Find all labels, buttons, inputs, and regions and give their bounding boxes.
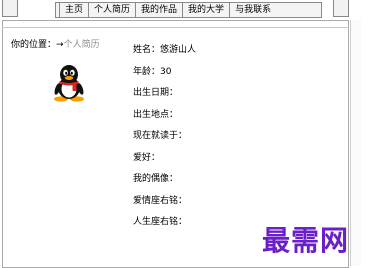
field-love-motto: 爱情座右铭： <box>133 195 196 217</box>
field-life-motto: 人生座右铭： <box>133 216 196 238</box>
profile-info: 姓名：悠游山人 年龄：30 出生日期： 出生地点： 现在就读于： 爱好： 我的偶… <box>133 44 196 238</box>
site-watermark: 最需网 <box>262 224 350 257</box>
field-label: 姓名： <box>133 45 161 55</box>
field-label: 年龄： <box>133 66 161 77</box>
field-label: 爱情座右铭： <box>133 195 188 206</box>
field-birth-place: 出生地点： <box>133 109 196 131</box>
field-label: 出生日期： <box>133 88 179 98</box>
field-current-school: 现在就读于： <box>133 130 196 152</box>
field-idol: 我的偶像： <box>133 173 196 195</box>
field-birth-date: 出生日期： <box>133 87 196 109</box>
right-corner-box <box>333 0 349 17</box>
frame-divider <box>2 27 349 28</box>
nav-item-home[interactable]: 主页 <box>60 3 90 17</box>
nav-item-resume[interactable]: 个人简历 <box>89 3 137 17</box>
page: 主页 个人简历 我的作品 我的大学 与我联系 你的位置：→个人简历 姓名：悠游山… <box>0 0 375 268</box>
field-value: 悠游山人 <box>160 45 197 55</box>
field-label: 爱好： <box>133 152 161 163</box>
top-nav-bar: 主页 个人简历 我的作品 我的大学 与我联系 <box>0 0 375 20</box>
nav-item-works[interactable]: 我的作品 <box>136 3 184 17</box>
breadcrumb: 你的位置：→个人简历 <box>11 37 100 50</box>
field-hobbies: 爱好： <box>133 152 196 174</box>
main-nav: 主页 个人简历 我的作品 我的大学 与我联系 <box>55 2 322 18</box>
field-age: 年龄：30 <box>133 66 196 88</box>
field-value: 30 <box>160 66 172 77</box>
breadcrumb-current[interactable]: 个人简历 <box>64 40 100 50</box>
field-label: 现在就读于： <box>133 131 188 141</box>
nav-item-university[interactable]: 我的大学 <box>183 3 231 17</box>
qq-penguin-icon <box>52 64 86 102</box>
field-label: 出生地点： <box>133 109 179 120</box>
breadcrumb-arrow-icon: → <box>56 40 64 50</box>
breadcrumb-prefix: 你的位置： <box>11 40 57 50</box>
nav-item-contact[interactable]: 与我联系 <box>230 3 276 17</box>
left-corner-box <box>2 0 18 17</box>
field-label: 人生座右铭： <box>133 217 188 227</box>
right-gutter <box>350 20 361 266</box>
field-name: 姓名：悠游山人 <box>133 44 196 66</box>
field-label: 我的偶像： <box>133 174 179 184</box>
